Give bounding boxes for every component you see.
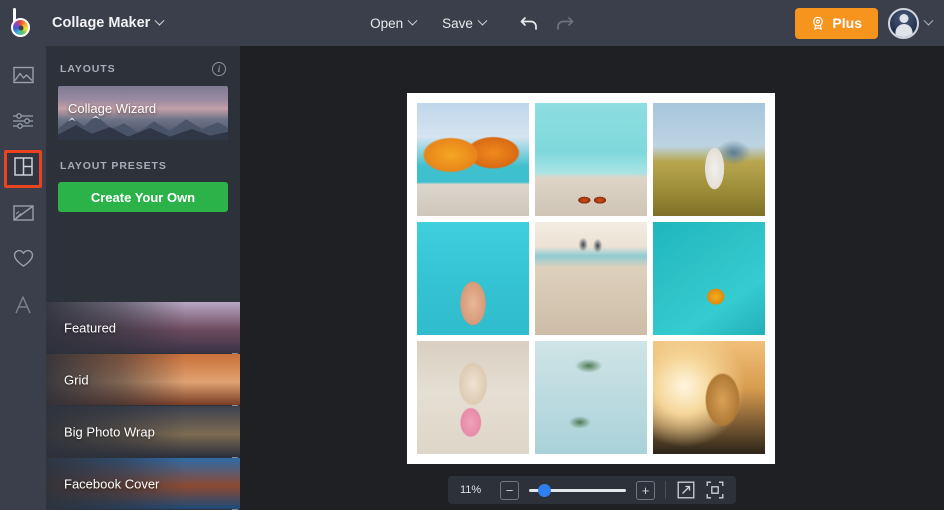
collage-artboard[interactable] [407, 93, 775, 464]
top-toolbar: Collage Maker Open Save [0, 0, 944, 46]
app-logo-button[interactable] [0, 0, 46, 46]
collage-cell-beach-umbrellas[interactable] [417, 103, 529, 216]
layout-preset-item[interactable]: Featured [46, 302, 240, 353]
toolbar-divider [665, 481, 666, 499]
preset-label: Facebook Cover [64, 476, 159, 491]
expand-arrow-icon[interactable] [676, 481, 695, 500]
zoom-toolbar: 11% − + [448, 476, 736, 504]
zoom-level-label: 11% [460, 484, 490, 496]
tool-rail [0, 46, 46, 510]
zoom-out-button[interactable]: − [500, 481, 519, 500]
layout-preset-item[interactable]: Big Photo Wrap [46, 406, 240, 457]
collage-layout-icon [14, 157, 33, 181]
canvas-area: 11% − + [240, 46, 944, 510]
account-menu-button[interactable] [888, 8, 932, 39]
layout-preset-item[interactable]: Grid [46, 354, 240, 405]
rosette-badge-icon [811, 16, 825, 30]
plus-label: Plus [832, 15, 862, 31]
plus-upgrade-button[interactable]: Plus [795, 8, 878, 39]
gradient-layers-icon [13, 204, 34, 227]
page-title: Collage Maker [52, 15, 150, 31]
collage-cell-duck-float-pool[interactable] [653, 222, 765, 335]
befunky-logo-icon [9, 8, 37, 38]
text-a-icon [13, 295, 33, 320]
avatar [888, 8, 919, 39]
open-menu-button[interactable]: Open [370, 16, 416, 31]
sidebar-item-effects[interactable] [4, 196, 42, 234]
open-label: Open [370, 16, 403, 31]
zoom-slider[interactable] [529, 483, 626, 497]
chevron-down-icon [408, 15, 418, 25]
zoom-in-button[interactable]: + [636, 481, 655, 500]
layouts-header: LAYOUTS i [46, 46, 240, 84]
document-title-dropdown[interactable]: Collage Maker [52, 15, 163, 31]
sidebar-item-collage[interactable] [4, 150, 42, 188]
create-your-own-button[interactable]: Create Your Own [58, 182, 228, 212]
sidebar-item-edit[interactable] [4, 58, 42, 96]
sidebar-item-likes[interactable] [4, 242, 42, 280]
sliders-icon [12, 112, 34, 135]
undo-arrow-icon[interactable] [520, 15, 539, 32]
save-label: Save [442, 16, 473, 31]
collage-cell-woman-grass-field[interactable] [653, 103, 765, 216]
collage-grid [417, 103, 765, 454]
collage-maker-app: Collage Maker Open Save [0, 0, 944, 510]
collage-cell-woman-blue-wall[interactable] [417, 222, 529, 335]
collage-cell-woman-sunset-hair[interactable] [653, 341, 765, 454]
preset-label: Featured [64, 320, 116, 335]
collage-cell-pool-sunglasses[interactable] [535, 103, 647, 216]
preset-label: Big Photo Wrap [64, 424, 155, 439]
layout-presets-label: LAYOUT PRESETS [60, 160, 167, 172]
chevron-down-icon [924, 15, 934, 25]
heart-icon [13, 249, 34, 273]
collage-cell-palm-trees-sky[interactable] [535, 341, 647, 454]
fit-to-screen-icon[interactable] [705, 481, 724, 500]
chevron-down-icon [155, 15, 165, 25]
collage-wizard-section: Collage Wizard [46, 84, 240, 140]
collage-cell-woman-pink-top[interactable] [417, 341, 529, 454]
collage-wizard-card[interactable]: Collage Wizard [58, 86, 228, 140]
sidebar-item-text[interactable] [4, 288, 42, 326]
zoom-slider-knob[interactable] [538, 484, 551, 497]
sidebar-item-adjust[interactable] [4, 104, 42, 142]
layouts-panel: LAYOUTS i Collage Wizard LAYOUT PRESETS … [46, 46, 240, 510]
redo-arrow-icon[interactable] [555, 15, 574, 32]
info-circle-icon[interactable]: i [212, 62, 226, 76]
preset-label: Grid [64, 372, 89, 387]
layouts-label: LAYOUTS [60, 63, 116, 75]
image-landscape-icon [13, 66, 34, 89]
undo-redo-group [520, 15, 574, 32]
save-menu-button[interactable]: Save [442, 16, 486, 31]
layout-preset-list[interactable]: Featured Grid Big Photo Wrap Facebook Cover… [46, 302, 240, 510]
create-your-own-section: Create Your Own [46, 182, 240, 224]
layout-preset-item[interactable]: Facebook Cover [46, 458, 240, 509]
chevron-down-icon [477, 15, 487, 25]
collage-wizard-label: Collage Wizard [68, 101, 156, 116]
topbar-right-group: Plus [795, 0, 944, 46]
layout-presets-header: LAYOUT PRESETS [46, 140, 240, 182]
collage-cell-couple-on-beach[interactable] [535, 222, 647, 335]
